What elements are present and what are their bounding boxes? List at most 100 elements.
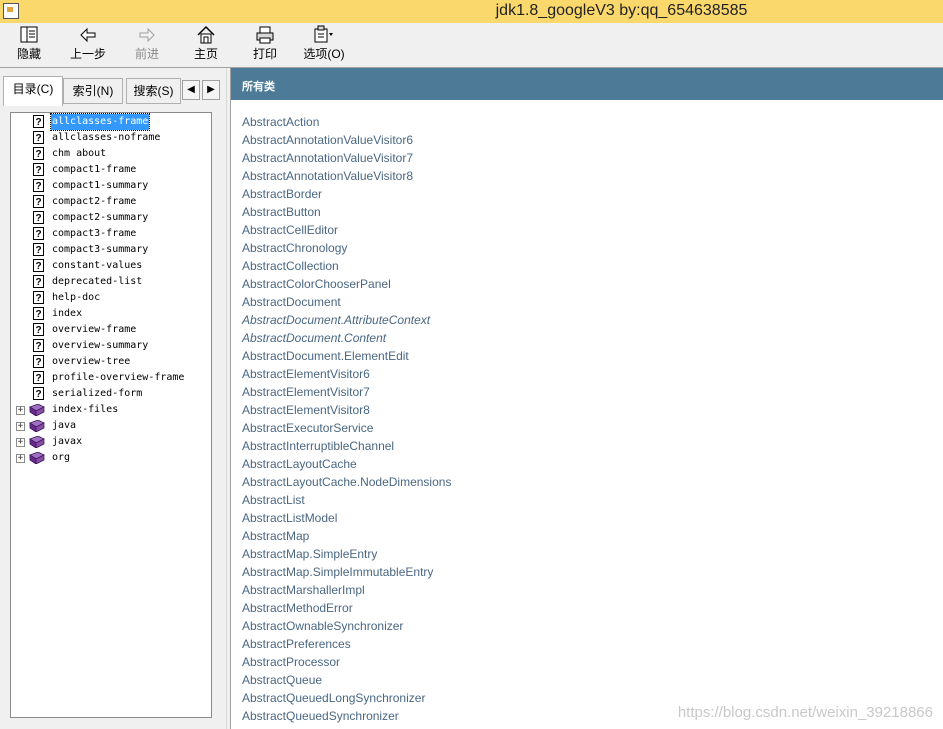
expand-icon[interactable]: +: [16, 406, 25, 415]
class-link[interactable]: AbstractExecutorService: [242, 419, 451, 437]
class-link[interactable]: AbstractListModel: [242, 509, 451, 527]
class-link[interactable]: AbstractQueue: [242, 671, 451, 689]
expand-icon[interactable]: +: [16, 454, 25, 463]
tree-item-label: serialized-form: [52, 388, 143, 399]
class-link[interactable]: AbstractLayoutCache: [242, 455, 451, 473]
print-button[interactable]: 打印: [240, 25, 290, 62]
tree-item-label: help-doc: [52, 292, 101, 303]
tree-item-label: compact3-frame: [52, 228, 137, 239]
class-list: AbstractAction AbstractAnnotationValueVis…: [242, 113, 451, 725]
tab-index[interactable]: 索引(N): [63, 78, 123, 104]
class-link[interactable]: AbstractCellEditor: [242, 221, 451, 239]
tree-item-label: compact3-summary: [52, 244, 149, 255]
help-page-icon: ?: [33, 211, 44, 224]
class-link[interactable]: AbstractAnnotationValueVisitor7: [242, 149, 451, 167]
class-link[interactable]: AbstractElementVisitor7: [242, 383, 451, 401]
back-arrow-icon: [80, 27, 96, 43]
class-link[interactable]: AbstractInterruptibleChannel: [242, 437, 451, 455]
class-link[interactable]: AbstractOwnableSynchronizer: [242, 617, 451, 635]
class-link[interactable]: AbstractElementVisitor6: [242, 365, 451, 383]
help-page-icon: ?: [33, 291, 44, 304]
home-label: 主页: [193, 47, 218, 61]
help-page-icon: ?: [33, 339, 44, 352]
options-label: 选项(O): [303, 47, 345, 61]
left-arrow-icon: ◀: [187, 84, 195, 95]
class-link[interactable]: AbstractBorder: [242, 185, 451, 203]
class-link[interactable]: AbstractMap: [242, 527, 451, 545]
tab-search[interactable]: 搜索(S): [126, 78, 181, 104]
tree-item-label: overview-tree: [52, 356, 131, 367]
class-link[interactable]: AbstractDocument: [242, 293, 451, 311]
book-icon: [29, 420, 45, 432]
class-link[interactable]: AbstractQueuedSynchronizer: [242, 707, 451, 725]
help-page-icon: ?: [33, 179, 44, 192]
help-page-icon: ?: [33, 323, 44, 336]
expand-icon[interactable]: +: [16, 422, 25, 431]
help-page-icon: ?: [33, 195, 44, 208]
hide-label: 隐藏: [16, 47, 41, 61]
hide-button[interactable]: 隐藏: [4, 25, 54, 62]
help-page-icon: ?: [33, 227, 44, 240]
class-link[interactable]: AbstractAnnotationValueVisitor6: [242, 131, 451, 149]
tab-contents[interactable]: 目录(C): [3, 76, 63, 106]
class-link[interactable]: AbstractList: [242, 491, 451, 509]
options-button[interactable]: 选项(O): [299, 25, 349, 62]
title-bar: jdk1.8_googleV3 by:qq_654638585: [0, 0, 943, 23]
help-page-icon: ?: [33, 355, 44, 368]
class-link[interactable]: AbstractLayoutCache.NodeDimensions: [242, 473, 451, 491]
tree-item-label: compact2-summary: [52, 212, 149, 223]
class-link[interactable]: AbstractCollection: [242, 257, 451, 275]
back-button[interactable]: 上一步: [63, 25, 113, 62]
window-title: jdk1.8_googleV3 by:qq_654638585: [495, 2, 748, 19]
content-header: 所有类: [231, 68, 943, 100]
tree-item-label: index: [52, 308, 83, 319]
help-page-icon: ?: [33, 387, 44, 400]
class-link[interactable]: AbstractButton: [242, 203, 451, 221]
class-link[interactable]: AbstractChronology: [242, 239, 451, 257]
class-link[interactable]: AbstractDocument.ElementEdit: [242, 347, 451, 365]
class-link[interactable]: AbstractMarshallerImpl: [242, 581, 451, 599]
options-icon: [314, 25, 333, 43]
tree-item-label: chm about: [52, 148, 107, 159]
help-page-icon: ?: [33, 115, 44, 128]
tree-item-label: overview-frame: [52, 324, 137, 335]
book-icon: [29, 436, 45, 448]
class-link[interactable]: AbstractColorChooserPanel: [242, 275, 451, 293]
help-page-icon: ?: [33, 307, 44, 320]
help-page-icon: ?: [33, 147, 44, 160]
class-link[interactable]: AbstractDocument.AttributeContext: [242, 311, 451, 329]
help-page-icon: ?: [33, 131, 44, 144]
class-link[interactable]: AbstractPreferences: [242, 635, 451, 653]
printer-icon: [256, 26, 274, 44]
home-button[interactable]: 主页: [181, 25, 231, 62]
contents-tree[interactable]: ? allclasses-frame? allclasses-noframe? chm…: [10, 112, 212, 718]
class-link[interactable]: AbstractMethodError: [242, 599, 451, 617]
right-arrow-icon: ▶: [207, 84, 215, 95]
navigation-pane: 目录(C) 索引(N) 搜索(S) ◀ ▶ ? allclasses-frame?…: [0, 68, 226, 729]
forward-button[interactable]: 前进: [122, 25, 172, 62]
book-icon: [29, 452, 45, 464]
class-link[interactable]: AbstractMap.SimpleEntry: [242, 545, 451, 563]
tab-scroll-right-button[interactable]: ▶: [202, 80, 220, 100]
help-page-icon: ?: [33, 163, 44, 176]
tree-item-label: overview-summary: [52, 340, 149, 351]
help-page-icon: ?: [33, 275, 44, 288]
class-link[interactable]: AbstractMap.SimpleImmutableEntry: [242, 563, 451, 581]
tree-folder-label: org: [52, 452, 71, 463]
class-link[interactable]: AbstractAction: [242, 113, 451, 131]
tab-scroll-left-button[interactable]: ◀: [182, 80, 200, 100]
print-label: 打印: [252, 47, 277, 61]
class-link[interactable]: AbstractQueuedLongSynchronizer: [242, 689, 451, 707]
class-link[interactable]: AbstractElementVisitor8: [242, 401, 451, 419]
tree-item-label: allclasses-frame: [49, 113, 151, 131]
tree-folder-label: index-files: [52, 404, 119, 415]
class-link[interactable]: AbstractAnnotationValueVisitor8: [242, 167, 451, 185]
help-page-icon: ?: [33, 259, 44, 272]
class-link[interactable]: AbstractDocument.Content: [242, 329, 451, 347]
class-link[interactable]: AbstractProcessor: [242, 653, 451, 671]
expand-icon[interactable]: +: [16, 438, 25, 447]
book-icon: [29, 404, 45, 416]
content-pane: 所有类 AbstractAction AbstractAnnotationValu…: [230, 68, 943, 729]
home-icon: [197, 25, 215, 44]
tree-item-label: compact1-summary: [52, 180, 149, 191]
